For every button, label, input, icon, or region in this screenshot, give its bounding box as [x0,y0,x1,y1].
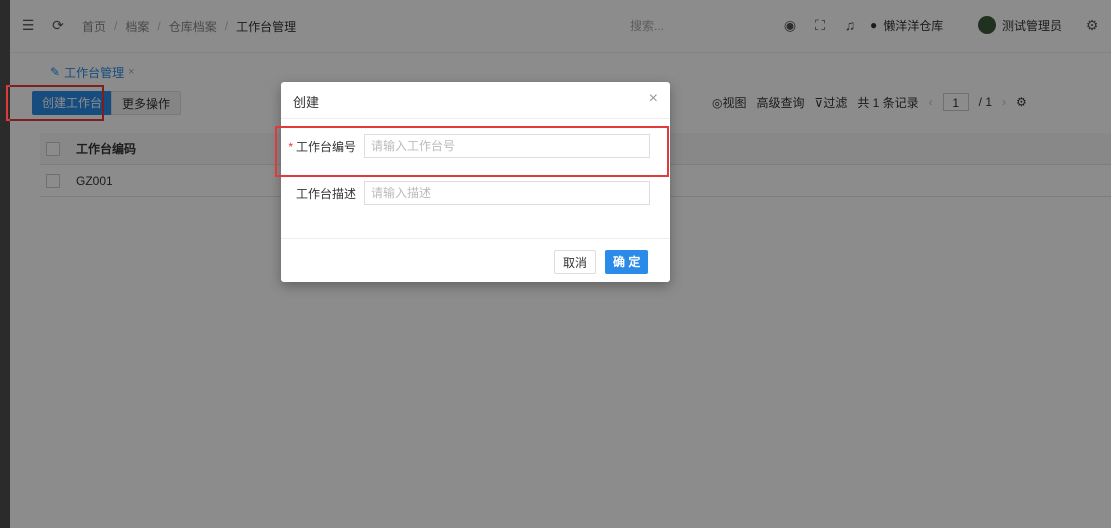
workbench-description-input[interactable] [364,181,650,205]
cancel-button[interactable]: 取消 [554,250,597,274]
dialog-title: 创建 [293,95,320,110]
required-mark: * [288,139,293,154]
dialog-footer: 取消 确 定 [281,238,670,283]
create-dialog: 创建 × *工作台编号 工作台描述 取消 确 定 [281,82,670,282]
close-icon[interactable]: × [649,90,658,108]
dialog-header: 创建 × [281,82,670,119]
left-edge-strip [0,0,10,528]
confirm-button[interactable]: 确 定 [605,250,649,274]
label-workbench-code: * 工作台编号 [288,139,356,154]
workbench-code-input[interactable] [364,134,650,158]
form-row-description: 工作台描述 [281,179,670,207]
label-workbench-description: 工作台描述 [295,186,356,201]
form-row-code: * 工作台编号 [281,132,670,160]
